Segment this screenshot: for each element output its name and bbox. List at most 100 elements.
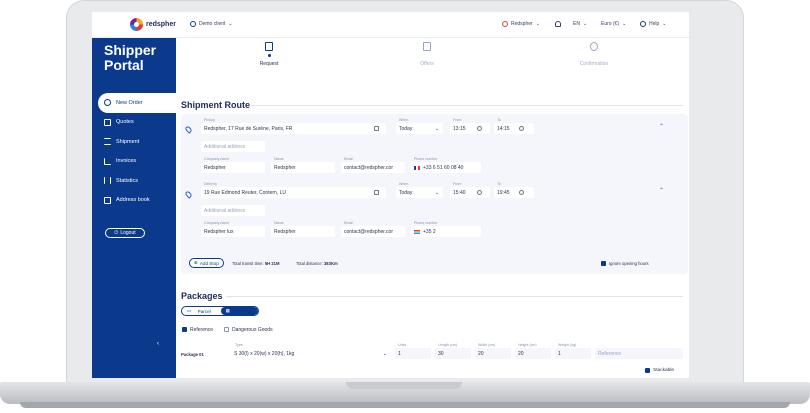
sidebar: Shipper Portal New Order Quotes Shipment — [92, 38, 176, 378]
reference-checkbox[interactable] — [182, 327, 187, 332]
ignore-hours-label: Ignore opening hours — [609, 261, 649, 266]
sidebar-item-address-book[interactable]: Address book — [92, 191, 176, 211]
client-selector[interactable]: Demo client ⌄ — [190, 21, 233, 27]
phone-value: +33 6 51 60 08 40 — [423, 164, 464, 171]
name-label: Name — [274, 221, 284, 225]
client-label: Demo client — [199, 21, 226, 27]
pallet-label: Pallet — [236, 308, 248, 314]
when-value: Today — [399, 189, 413, 196]
type-value: S 30(l) x 20(w) x 20(h), 1kg — [234, 350, 295, 357]
order-steps: Request Offers Confirmation — [176, 38, 689, 88]
delivery-email-input[interactable]: contact@redspher.cor — [341, 226, 405, 237]
sidebar-item-quotes[interactable]: Quotes — [92, 113, 176, 133]
laptop-notch — [346, 382, 462, 389]
shipment-route-title: Shipment Route — [181, 100, 250, 110]
pickup-company-input[interactable]: Redspher — [201, 162, 265, 173]
sidebar-item-statistics[interactable]: Statistics — [92, 171, 176, 191]
pickup-name-input[interactable]: Redspher — [271, 162, 335, 173]
delivery-name-input[interactable]: Redspher — [271, 226, 335, 237]
pickup-address-input[interactable]: Redspher, 17 Rue de Surène, Paris, FR — [201, 123, 386, 134]
company-icon — [502, 21, 508, 27]
pickup-to-input[interactable]: 14:15 — [494, 123, 534, 134]
collapse-sidebar-icon[interactable]: ‹ — [157, 341, 159, 347]
pickup-from-input[interactable]: 13:15 — [450, 123, 490, 134]
dangerous-goods-checkbox[interactable] — [224, 327, 229, 332]
transit-time: Total transit time: 5H 21M — [232, 261, 280, 266]
check-circle-icon — [590, 42, 598, 51]
step-label: Request — [259, 61, 279, 67]
language-label: EN — [573, 21, 580, 27]
book-icon — [104, 196, 111, 204]
width-input[interactable]: 20 — [475, 348, 511, 359]
pickup-phone-input[interactable]: +33 6 51 60 08 40 — [411, 162, 481, 173]
pickup-additional-address-input[interactable]: Additional address — [201, 141, 265, 152]
step-offers[interactable]: Offers — [387, 42, 467, 67]
delivery-label: Delivery — [204, 182, 217, 186]
address-book-icon[interactable] — [374, 190, 379, 195]
package-row-label: Package 01 — [181, 352, 204, 357]
units-input[interactable]: 1 — [395, 348, 431, 359]
logo[interactable]: redspher — [130, 18, 176, 31]
sidebar-item-shipment[interactable]: Shipment — [92, 132, 176, 152]
delivery-address-input[interactable]: 19 Rue Edmond Reuter, Contern, LU — [201, 187, 386, 198]
bell-icon — [555, 21, 561, 27]
help-menu[interactable]: Help ⌄ — [640, 21, 667, 27]
delivery-additional-address-input[interactable]: Additional address — [201, 205, 265, 216]
collapse-pickup-icon[interactable]: ⌃ — [659, 123, 664, 130]
ignore-hours-checkbox[interactable] — [601, 261, 606, 266]
length-input[interactable]: 30 — [435, 348, 471, 359]
sidebar-item-label: Shipment — [116, 138, 140, 145]
help-label: Help — [649, 21, 660, 27]
step-label: Offers — [420, 61, 434, 67]
sidebar-item-label: Invoices — [116, 158, 137, 165]
collapse-delivery-icon[interactable]: ⌃ — [659, 187, 664, 194]
sidebar-item-label: Statistics — [116, 177, 139, 184]
from-value: 13:15 — [453, 125, 466, 132]
pickup-when-select[interactable]: Today ⌄ — [396, 123, 443, 134]
notifications-button[interactable] — [555, 21, 561, 27]
package-type-toggle: ▭ Parcel ▦ Pallet — [181, 306, 259, 316]
delivery-pin-icon — [184, 190, 193, 199]
delivery-from-input[interactable]: 15:40 — [450, 187, 490, 198]
package-type-select[interactable]: S 30(l) x 20(w) x 20(h), 1kg ⌄ — [231, 348, 391, 359]
active-step-indicator — [267, 54, 271, 57]
document-icon — [104, 118, 111, 126]
step-confirmation[interactable]: Confirmation — [554, 42, 634, 67]
to-label: To — [497, 182, 501, 186]
logo-text: redspher — [146, 21, 176, 28]
help-icon — [640, 21, 646, 27]
laptop-frame: redspher Demo client ⌄ Redspher ⌄ EN ⌄ E… — [0, 0, 810, 413]
pallet-toggle[interactable]: ▦ Pallet — [220, 307, 258, 315]
brand-line-2: Portal — [104, 57, 144, 73]
pickup-email-input[interactable]: contact@redspher.cor — [341, 162, 405, 173]
company-selector[interactable]: Redspher ⌄ — [502, 21, 540, 27]
logout-button[interactable]: ⏻ Logout — [105, 228, 145, 238]
chevron-down-icon: ⌄ — [662, 21, 667, 27]
address-book-icon[interactable] — [374, 126, 379, 131]
chevron-down-icon: ⌄ — [535, 21, 540, 27]
stackable-label: Stackable — [653, 368, 675, 373]
brand-title: Shipper Portal — [104, 43, 156, 73]
phone-label: Phone number — [414, 221, 438, 225]
request-icon — [265, 42, 273, 51]
phone-value: +35 2 — [423, 228, 436, 235]
sidebar-item-invoices[interactable]: Invoices — [92, 152, 176, 172]
language-selector[interactable]: EN ⌄ — [573, 21, 587, 27]
chevron-down-icon: ⌄ — [382, 350, 387, 357]
step-request[interactable]: Request — [229, 42, 309, 67]
delivery-phone-input[interactable]: +35 2 — [411, 226, 481, 237]
currency-selector[interactable]: Euro (€) ⌄ — [601, 21, 626, 27]
package-reference-input[interactable]: Reference — [595, 348, 683, 359]
weight-input[interactable]: 1 — [555, 348, 591, 359]
logout-label: Logout — [120, 230, 136, 236]
height-input[interactable]: 20 — [515, 348, 551, 359]
delivery-to-input[interactable]: 19:45 — [494, 187, 534, 198]
sidebar-item-new-order[interactable]: New Order — [98, 93, 176, 113]
delivery-when-select[interactable]: Today ⌄ — [396, 187, 443, 198]
route-panel: Pickup Redspher, 17 Rue de Surène, Paris… — [181, 114, 688, 274]
units-label: Units — [398, 343, 407, 347]
parcel-toggle[interactable]: ▭ Parcel — [182, 307, 221, 315]
delivery-company-input[interactable]: Redspher lux — [201, 226, 265, 237]
add-stop-button[interactable]: ⊕ Add Stop — [189, 258, 224, 268]
stackable-checkbox[interactable] — [645, 368, 650, 373]
